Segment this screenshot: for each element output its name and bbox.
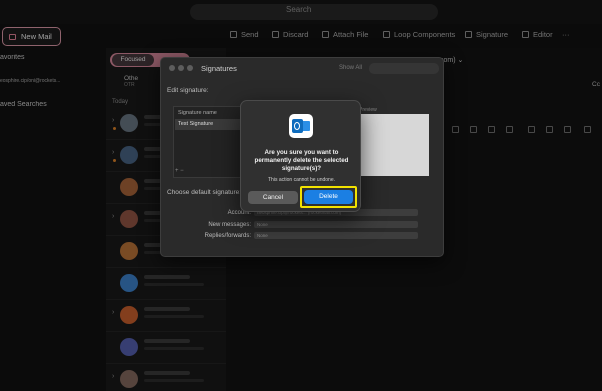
choose-default-heading: Choose default signature: [167,189,242,196]
dialog-subtext: This action cannot be undone. [268,177,335,183]
add-remove-signature-buttons[interactable]: + − [175,168,184,174]
signature-preview [361,114,429,176]
close-window-icon[interactable] [169,65,175,71]
signature-list-item[interactable]: Test Signature [175,119,243,130]
signatures-search-field[interactable] [369,63,439,74]
minimize-window-icon[interactable] [178,65,184,71]
zoom-window-icon[interactable] [187,65,193,71]
new-messages-label: New messages: [208,222,251,228]
signatures-titlebar: Signatures Show All [161,58,443,78]
cancel-button[interactable]: Cancel [248,191,298,204]
new-messages-select[interactable]: None [254,221,418,228]
preview-label: Preview [359,107,377,113]
edit-signature-heading: Edit signature: [167,87,209,94]
dialog-message: Are you sure you want to permanently del… [254,149,349,172]
account-label: Account: [227,210,251,216]
replies-forwards-label: Replies/forwards: [204,233,251,239]
replies-forwards-select[interactable]: None [254,232,418,239]
show-all-button[interactable]: Show All [339,65,362,71]
delete-button[interactable]: Delete [304,190,353,204]
signature-name-header: Signature name [178,110,217,116]
outlook-app-icon [289,114,313,138]
signatures-title: Signatures [201,64,237,73]
confirm-delete-dialog: Are you sure you want to permanently del… [240,100,361,212]
